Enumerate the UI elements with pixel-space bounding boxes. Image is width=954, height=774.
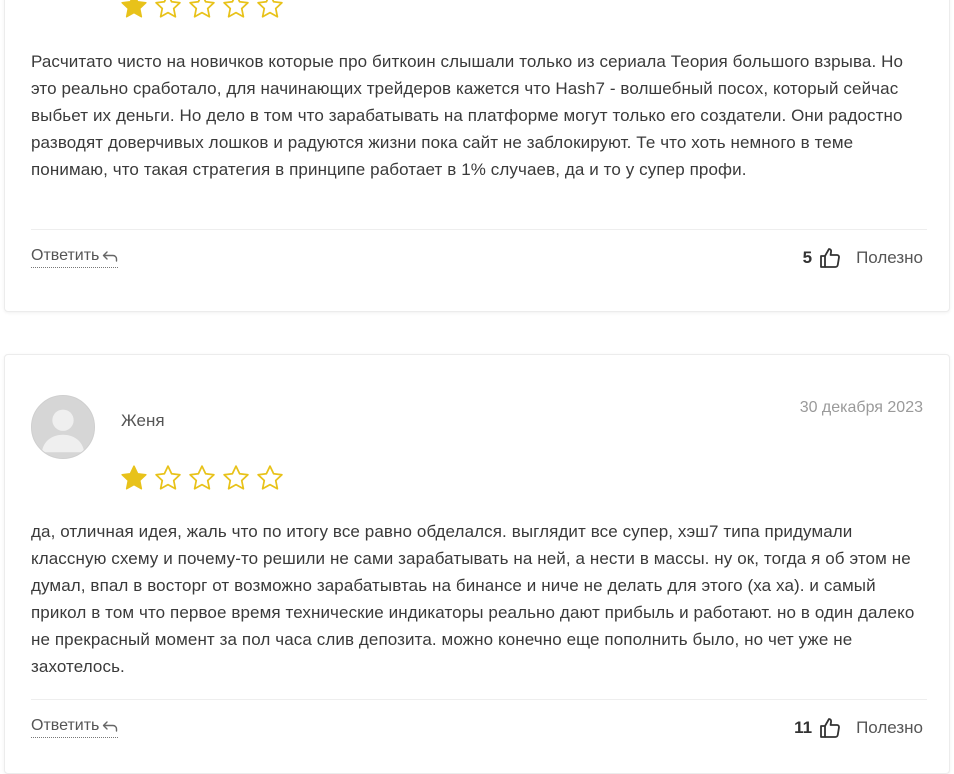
vote-area: 5 Полезно	[803, 246, 923, 270]
user-avatar-icon	[31, 395, 95, 459]
star-empty-icon	[153, 463, 183, 493]
author-name: Женя	[121, 411, 165, 430]
star-empty-icon	[187, 463, 217, 493]
review-date: 30 декабря 2023	[799, 399, 923, 416]
useful-button[interactable]: Полезно	[856, 718, 923, 738]
star-empty-icon	[255, 0, 285, 21]
rating-stars	[119, 463, 285, 493]
review-card: Женя 30 декабря 2023 да, отличная идея, …	[4, 354, 950, 774]
star-empty-icon	[221, 0, 251, 21]
reply-label: Ответить	[31, 247, 100, 264]
divider	[31, 229, 927, 230]
reply-arrow-icon	[102, 719, 118, 733]
star-empty-icon	[221, 463, 251, 493]
vote-count: 5	[802, 248, 813, 267]
star-empty-icon	[255, 463, 285, 493]
star-empty-icon	[187, 0, 217, 21]
star-filled-icon	[119, 0, 149, 21]
vote-area: 11 Полезно	[794, 716, 923, 740]
review-text: Расчитато чисто на новичков которые про …	[31, 52, 904, 179]
star-filled-icon	[119, 463, 149, 493]
reply-button[interactable]: Ответить	[31, 247, 119, 268]
reply-label: Ответить	[31, 717, 100, 734]
rating-stars	[119, 0, 285, 21]
reply-arrow-icon	[102, 249, 118, 263]
reply-button[interactable]: Ответить	[31, 717, 119, 738]
useful-button[interactable]: Полезно	[856, 248, 923, 268]
review-text: да, отличная идея, жаль что по итогу все…	[31, 522, 915, 676]
star-empty-icon	[153, 0, 183, 21]
thumbs-up-icon[interactable]	[818, 716, 842, 740]
thumbs-up-icon[interactable]	[818, 246, 842, 270]
review-card: Расчитато чисто на новичков которые про …	[4, 0, 950, 312]
vote-count: 11	[794, 718, 813, 737]
divider	[31, 699, 927, 700]
